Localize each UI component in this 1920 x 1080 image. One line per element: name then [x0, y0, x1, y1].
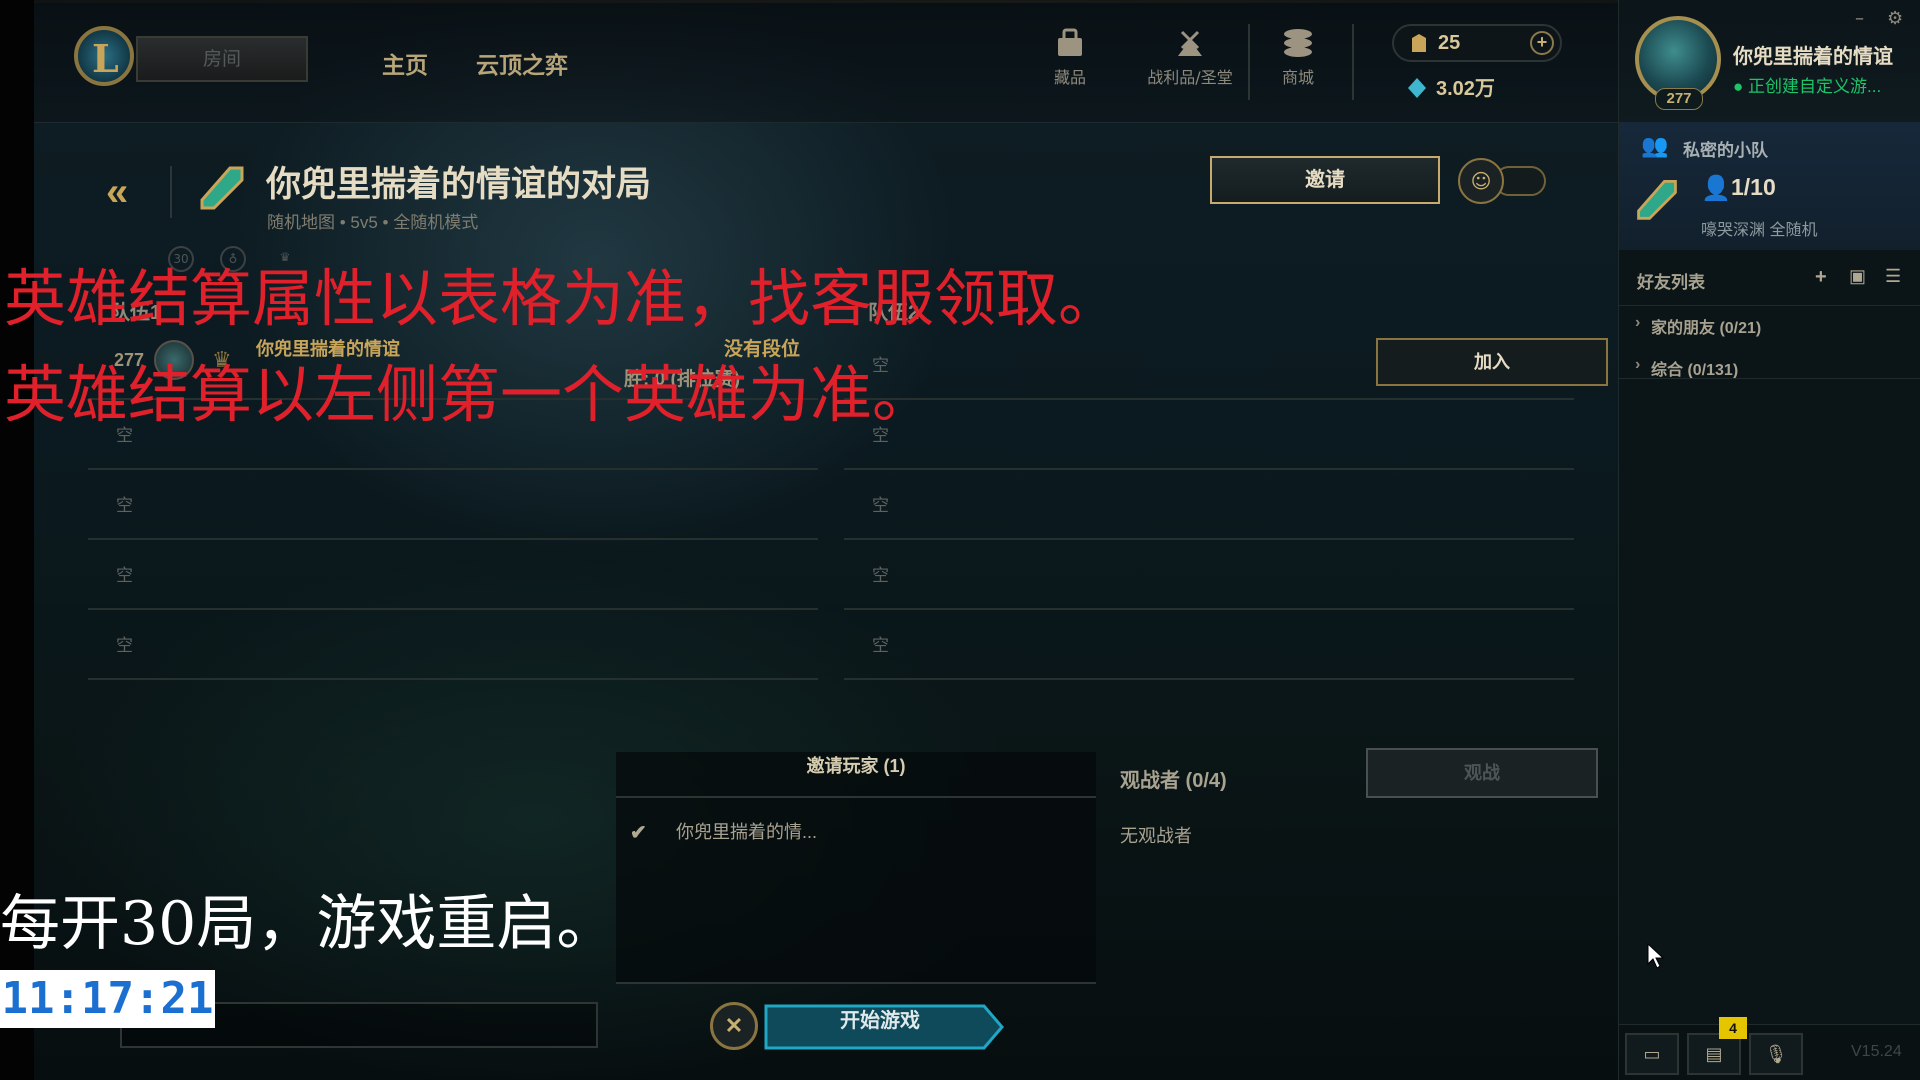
lobby-privacy-toggle[interactable]: ☺ — [1458, 158, 1548, 204]
team1-slot-empty: 空 — [88, 610, 818, 680]
party-card[interactable]: 👥 私密的小队 👤 1/10 嚎哭深渊 全随机 — [1619, 122, 1920, 250]
mouse-cursor-icon — [1647, 942, 1665, 969]
collection-button[interactable]: 藏品 — [1040, 26, 1100, 88]
gear-icon[interactable]: ⚙ — [1887, 8, 1903, 29]
empty-slot-label: 空 — [872, 566, 889, 585]
title-divider — [170, 166, 172, 218]
people-icon[interactable]: ☺ — [1458, 158, 1504, 204]
map-icon — [200, 166, 244, 210]
profile-status-text: 正创建自定义游... — [1748, 77, 1882, 96]
empty-slot-label: 空 — [872, 496, 889, 515]
spectators-header: 观战者 (0/4) — [1120, 770, 1227, 792]
party-title: 私密的小队 — [1683, 141, 1768, 160]
league-logo-icon[interactable]: L — [74, 26, 134, 86]
blue-essence-icon — [1408, 78, 1426, 98]
client-version: V15.24 — [1851, 1043, 1902, 1060]
overlay-notice-line2: 英雄结算以左侧第一个英雄为准。 — [4, 358, 935, 431]
lobby-subtitle: 随机地图 • 5v5 • 全随机模式 — [267, 213, 479, 232]
loot-icon — [1178, 30, 1202, 56]
profile-header: 277 你兜里揣着的情谊 ● 正创建自定义游... – ⚙ — [1619, 0, 1920, 123]
list-view-icon[interactable]: ☰ — [1885, 266, 1901, 287]
lobby-title: 你兜里揣着的情谊的对局 — [266, 165, 652, 204]
nav-divider — [1352, 24, 1354, 100]
profile-status: ● 正创建自定义游... — [1733, 77, 1882, 96]
empty-slot-label: 空 — [116, 636, 133, 655]
empty-slot-label: 空 — [116, 566, 133, 585]
start-game-label: 开始游戏 — [840, 1010, 920, 1032]
profile-level-badge: 277 — [1655, 88, 1703, 110]
chat-icon[interactable]: ▭ — [1625, 1033, 1679, 1075]
invited-players-header: 邀请玩家 (1) — [616, 752, 1096, 798]
add-friend-icon[interactable]: + — [1815, 266, 1827, 289]
party-mode: 嚎哭深渊 全随机 — [1701, 222, 1818, 239]
team2-slot-empty: 空 — [844, 540, 1574, 610]
start-game-button[interactable]: 开始游戏 — [764, 1004, 1004, 1050]
add-currency-icon[interactable]: + — [1530, 31, 1554, 55]
top-navigation-bar: 房间 L 主页 云顶之弈 藏品 战利品/圣堂 商城 25 + 3.02万 — [34, 0, 1618, 123]
microphone-icon[interactable]: 🎙 — [1749, 1033, 1803, 1075]
invite-panel-divider — [616, 982, 1096, 984]
friend-group-family[interactable]: › 家的朋友 (0/21) — [1635, 314, 1762, 338]
friend-group-label: 家的朋友 (0/21) — [1651, 320, 1762, 337]
cancel-lobby-close-icon[interactable]: ✕ — [710, 1002, 758, 1050]
spectate-button[interactable]: 观战 — [1366, 748, 1598, 798]
social-sidebar: 277 你兜里揣着的情谊 ● 正创建自定义游... – ⚙ 👥 私密的小队 👤 … — [1618, 0, 1920, 1080]
back-chevron-icon[interactable]: « — [106, 170, 128, 215]
logo-play-area: 房间 L — [74, 26, 354, 90]
play-button[interactable]: 房间 — [136, 36, 308, 82]
party-member-icon: 👤 — [1701, 174, 1731, 202]
riot-points-value: 25 — [1438, 32, 1461, 54]
collection-icon — [1058, 28, 1082, 56]
party-map-icon — [1637, 180, 1677, 220]
nav-divider — [1248, 24, 1250, 100]
add-folder-icon[interactable]: ▣ — [1849, 266, 1866, 287]
loot-button[interactable]: 战利品/圣堂 — [1130, 26, 1250, 88]
tab-home[interactable]: 主页 — [382, 46, 428, 80]
wallet: 25 + 3.02万 — [1392, 24, 1562, 104]
friends-divider — [1619, 305, 1920, 306]
checkmark-icon: ✔ — [630, 822, 647, 844]
notification-badge: 4 — [1719, 1017, 1747, 1039]
overlay-notice-line1: 英雄结算属性以表格为准，找客服领取。 — [4, 262, 1121, 335]
team1-slot-empty: 空 — [88, 470, 818, 540]
social-footer: ▭ ▤ 4 🎙 V15.24 — [1619, 1017, 1920, 1080]
invited-player-name: 你兜里揣着的情... — [676, 822, 818, 842]
chevron-right-icon: › — [1635, 356, 1641, 373]
party-count: 1/10 — [1731, 174, 1776, 200]
team1-slot-empty: 空 — [88, 540, 818, 610]
invited-players-panel: 邀请玩家 (1) ✔ 你兜里揣着的情... — [616, 752, 1096, 984]
friends-list-title: 好友列表 — [1637, 273, 1705, 292]
overlay-restart-notice: 每开30局，游戏重启。 — [0, 889, 617, 959]
friend-group-label: 综合 (0/131) — [1651, 362, 1739, 379]
overlay-clock: 11:17:21 — [0, 970, 215, 1028]
chevron-right-icon: › — [1635, 314, 1641, 331]
riot-points-box[interactable]: 25 + — [1392, 24, 1562, 62]
store-button[interactable]: 商城 — [1268, 26, 1328, 88]
empty-slot-label: 空 — [116, 496, 133, 515]
minimize-icon[interactable]: – — [1855, 8, 1864, 29]
friend-group-general[interactable]: › 综合 (0/131) — [1635, 356, 1739, 380]
no-spectators-text: 无观战者 — [1120, 826, 1192, 846]
party-people-icon: 👥 — [1641, 134, 1669, 159]
blue-essence-value: 3.02万 — [1436, 78, 1495, 100]
store-icon — [1284, 29, 1312, 57]
friends-divider — [1619, 378, 1920, 379]
riot-points-icon — [1412, 34, 1426, 52]
team2-slot-empty: 空 — [844, 470, 1574, 540]
profile-name[interactable]: 你兜里揣着的情谊 — [1733, 40, 1893, 69]
invite-button[interactable]: 邀请 — [1210, 156, 1440, 204]
team2-slot-empty: 空 — [844, 610, 1574, 680]
notifications-icon[interactable]: ▤ — [1687, 1033, 1741, 1075]
empty-slot-label: 空 — [872, 636, 889, 655]
team2-slot-empty: 空 — [844, 400, 1574, 470]
tab-tft[interactable]: 云顶之弈 — [476, 46, 568, 80]
join-team2-button[interactable]: 加入 — [1376, 338, 1608, 386]
